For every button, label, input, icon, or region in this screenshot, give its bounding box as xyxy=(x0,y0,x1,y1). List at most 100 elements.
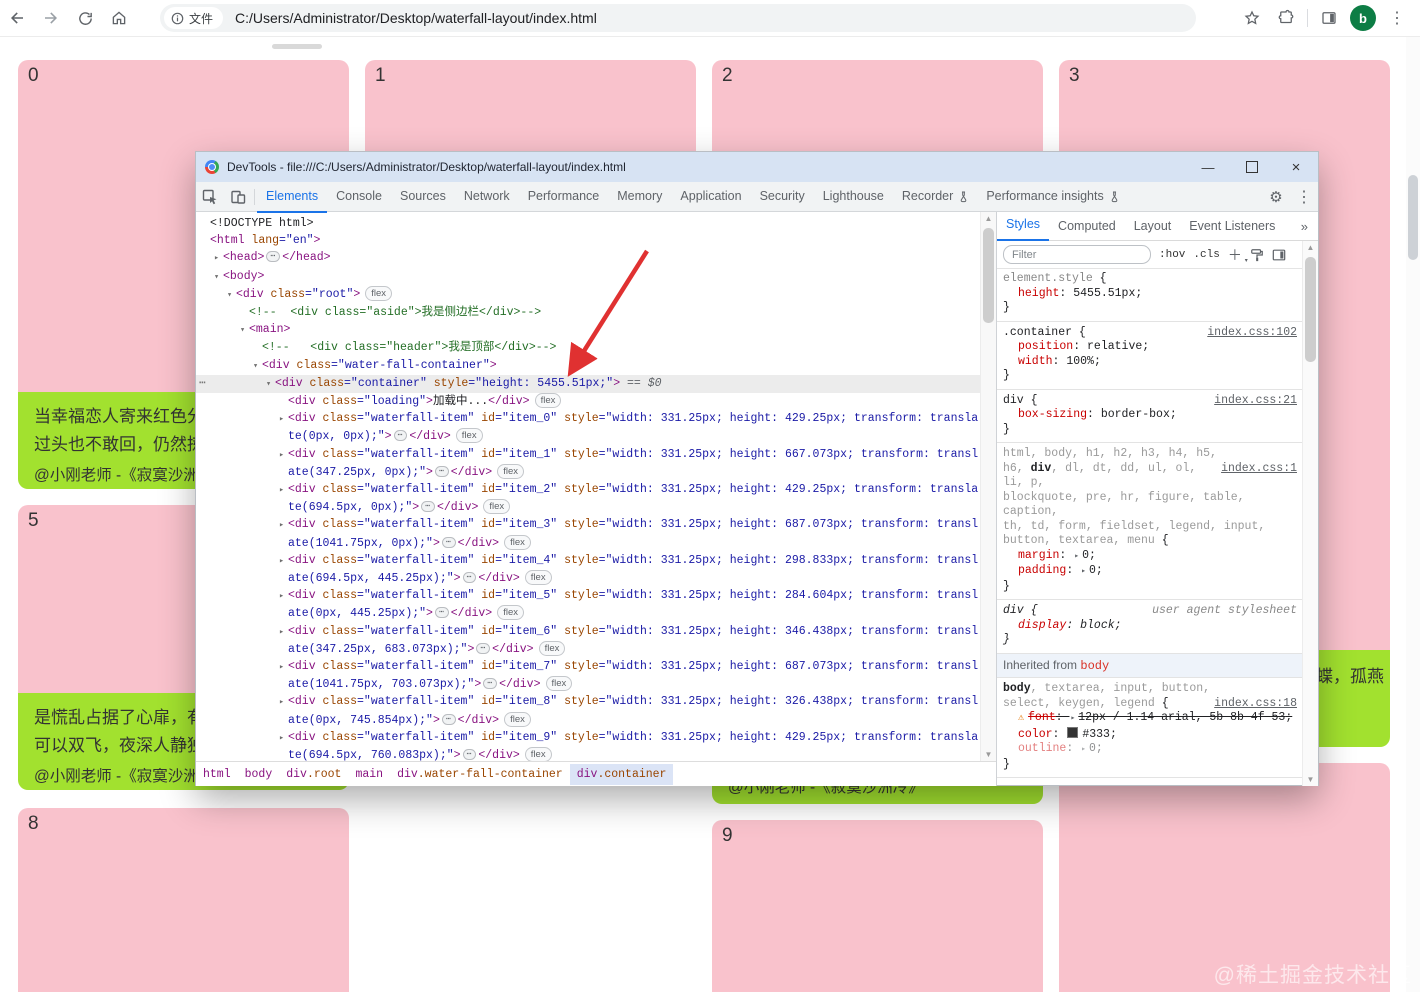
flex-badge[interactable]: flex xyxy=(504,534,531,550)
breadcrumb-item[interactable]: html xyxy=(196,764,238,785)
dom-tree-row[interactable]: ▾ <div class="root"> flex xyxy=(196,285,981,304)
toggle-hover-button[interactable]: :hov xyxy=(1159,249,1185,261)
dom-tree-row[interactable]: ▸ <div class="waterfall-item" id="item_5"… xyxy=(196,587,981,622)
dom-tree-row[interactable]: ▾ <main> xyxy=(196,321,981,339)
expand-ellipsis-icon[interactable]: ⋯ xyxy=(266,251,281,263)
dom-tree-row[interactable]: ▸ <div class="waterfall-item" id="item_6"… xyxy=(196,623,981,658)
devtools-menu-icon[interactable]: ⋮ xyxy=(1290,183,1318,211)
expand-ellipsis-icon[interactable]: ⋯ xyxy=(434,607,449,619)
page-scrollbar-thumb[interactable] xyxy=(1408,175,1418,260)
inspect-element-icon[interactable] xyxy=(196,183,224,211)
maximize-icon[interactable] xyxy=(1230,152,1274,182)
style-rule[interactable]: div {user agent stylesheet display: block… xyxy=(997,600,1303,654)
expand-ellipsis-icon[interactable]: ⋯ xyxy=(476,642,491,654)
sidebar-tab-event-listeners[interactable]: Event Listeners xyxy=(1180,212,1284,240)
breadcrumb-item[interactable]: main xyxy=(348,764,390,785)
home-icon[interactable] xyxy=(102,3,136,33)
expand-ellipsis-icon[interactable]: ⋯ xyxy=(441,536,456,548)
dom-tree-row[interactable]: ⋯ ▾ <div class="container" style="height: … xyxy=(196,374,981,394)
bookmark-star-icon[interactable] xyxy=(1235,3,1269,33)
devtools-tab-console[interactable]: Console xyxy=(327,182,391,211)
flex-badge[interactable]: flex xyxy=(538,640,566,656)
dom-tree-row[interactable]: ▸ <div class="waterfall-item" id="item_7"… xyxy=(196,658,981,693)
device-toolbar-icon[interactable] xyxy=(224,183,252,211)
devtools-tab-application[interactable]: Application xyxy=(671,182,750,211)
dom-tree-row[interactable]: <!-- <div class="aside">我是侧边栏</div>--> xyxy=(196,304,981,321)
flex-badge[interactable]: flex xyxy=(504,711,531,727)
new-style-rule-icon[interactable]: ＋ xyxy=(1228,245,1248,265)
profile-avatar[interactable]: b xyxy=(1350,5,1376,31)
expand-ellipsis-icon[interactable]: ⋯ xyxy=(434,465,449,477)
dom-tree-row[interactable]: ▸ <div class="waterfall-item" id="item_3"… xyxy=(196,516,981,551)
close-icon[interactable]: × xyxy=(1274,152,1318,182)
stylesheet-link[interactable]: index.css:21 xyxy=(1214,394,1297,409)
devtools-titlebar[interactable]: DevTools - file:///C:/Users/Administrato… xyxy=(196,152,1318,182)
style-rule[interactable]: .container {index.css:102 position: relat… xyxy=(997,322,1303,390)
dom-tree-row[interactable]: ▸ <div class="waterfall-item" id="item_0"… xyxy=(196,410,981,445)
sidebar-tab-layout[interactable]: Layout xyxy=(1125,212,1181,240)
side-panel-icon[interactable] xyxy=(1312,3,1346,33)
stylesheet-link[interactable]: index.css:18 xyxy=(1214,697,1297,712)
dom-tree-row[interactable]: <div class="loading">加载中...</div> flex xyxy=(196,393,981,410)
expand-ellipsis-icon[interactable]: ⋯ xyxy=(483,678,498,690)
devtools-tab-lighthouse[interactable]: Lighthouse xyxy=(814,182,893,211)
dom-tree-row[interactable]: ▸ <div class="waterfall-item" id="item_2"… xyxy=(196,481,981,516)
flex-badge[interactable]: flex xyxy=(483,499,511,515)
devtools-tab-elements[interactable]: Elements xyxy=(257,182,328,213)
devtools-tab-performance[interactable]: Performance xyxy=(519,182,609,211)
devtools-tab-network[interactable]: Network xyxy=(455,182,519,211)
breadcrumb-item[interactable]: body xyxy=(238,764,280,785)
style-rule[interactable]: div {index.css:21 box-sizing: border-box;… xyxy=(997,390,1303,443)
sidebar-tab-computed[interactable]: Computed xyxy=(1049,212,1125,240)
styles-filter-input[interactable] xyxy=(1003,245,1151,264)
flex-badge[interactable]: flex xyxy=(524,747,552,763)
flex-badge[interactable]: flex xyxy=(534,393,562,409)
dom-tree-row[interactable]: ▸ <div class="waterfall-item" id="item_4"… xyxy=(196,552,981,587)
flex-badge[interactable]: flex xyxy=(455,428,483,444)
paint-roller-icon[interactable] xyxy=(1250,248,1264,262)
dom-tree-row[interactable]: ▾ <body> xyxy=(196,268,981,286)
elements-scrollbar[interactable]: ▲ ▼ xyxy=(980,212,996,761)
reload-icon[interactable] xyxy=(68,3,102,33)
dom-tree-row[interactable]: ▸ <div class="waterfall-item" id="item_1"… xyxy=(196,446,981,481)
style-rule[interactable]: body, textarea, input, button, index.css:… xyxy=(997,678,1303,778)
stylesheet-link[interactable]: index.css:102 xyxy=(1207,326,1297,341)
devtools-tab-memory[interactable]: Memory xyxy=(608,182,671,211)
expand-ellipsis-icon[interactable]: ⋯ xyxy=(462,749,477,761)
back-icon[interactable] xyxy=(0,3,34,33)
site-info-badge[interactable]: 文件 xyxy=(164,7,224,29)
flex-badge[interactable]: flex xyxy=(545,676,573,692)
dom-tree-row[interactable]: <!-- <div class="header">我是顶部</div>--> xyxy=(196,339,981,356)
stylesheet-link[interactable]: index.css:1 xyxy=(1221,462,1297,477)
devtools-tab-recorder[interactable]: Recorder xyxy=(893,182,977,211)
breadcrumb-item[interactable]: div.container xyxy=(569,763,674,785)
sidebar-more-tabs-icon[interactable]: » xyxy=(1291,219,1318,234)
flex-badge[interactable]: flex xyxy=(497,463,524,479)
styles-scrollbar-thumb[interactable] xyxy=(1305,257,1316,362)
dom-tree-row[interactable]: <!DOCTYPE html> xyxy=(196,215,981,232)
expand-ellipsis-icon[interactable]: ⋯ xyxy=(441,713,456,725)
page-scrollbar[interactable] xyxy=(1406,36,1420,992)
devtools-tab-security[interactable]: Security xyxy=(751,182,814,211)
toggle-class-button[interactable]: .cls xyxy=(1193,249,1219,261)
sidebar-tab-styles[interactable]: Styles xyxy=(997,212,1050,241)
dom-tree-row[interactable]: ▸ <div class="waterfall-item" id="item_9"… xyxy=(196,729,981,764)
dom-tree-row[interactable]: ▸ <head> ⋯ </head> xyxy=(196,249,981,267)
flex-badge[interactable]: flex xyxy=(497,605,524,621)
elements-scrollbar-thumb[interactable] xyxy=(983,228,994,323)
breadcrumb-item[interactable]: div.water-fall-container xyxy=(390,764,570,785)
browser-menu-icon[interactable]: ⋮ xyxy=(1380,3,1414,33)
devtools-tab-sources[interactable]: Sources xyxy=(391,182,455,211)
dom-tree-row[interactable]: ▾ <div class="water-fall-container"> xyxy=(196,357,981,375)
flex-badge[interactable]: flex xyxy=(524,570,552,586)
forward-icon[interactable] xyxy=(34,3,68,33)
dom-tree-row[interactable]: <html lang="en"> xyxy=(196,232,981,249)
style-rule[interactable]: html, body, h1, h2, h3, h4, h5, index.css… xyxy=(997,443,1303,600)
expand-ellipsis-icon[interactable]: ⋯ xyxy=(421,501,435,513)
settings-gear-icon[interactable]: ⚙ xyxy=(1262,183,1290,211)
styles-scrollbar[interactable]: ▲ ▼ xyxy=(1302,241,1318,786)
devtools-tab-performance-insights[interactable]: Performance insights xyxy=(977,182,1127,211)
breadcrumb-item[interactable]: div.root xyxy=(279,764,348,785)
style-rule[interactable]: element.style {height: 5455.51px;} xyxy=(997,268,1303,322)
expand-ellipsis-icon[interactable]: ⋯ xyxy=(462,572,477,584)
